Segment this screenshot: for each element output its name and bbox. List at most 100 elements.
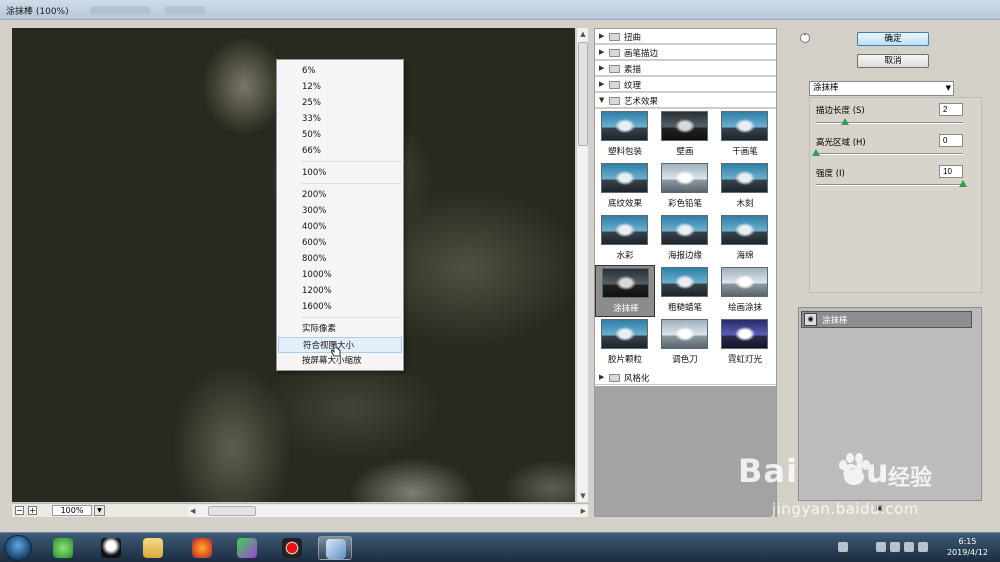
stroke-length-slider[interactable] xyxy=(816,118,963,125)
expand-arrow-icon[interactable]: ▶ xyxy=(599,64,604,72)
collapse-gallery-icon[interactable]: ˄ xyxy=(800,33,810,43)
taskbar: 6:15 2019/4/12 xyxy=(0,532,1000,562)
taskbar-app-recorder[interactable] xyxy=(275,536,309,560)
scroll-thumb[interactable] xyxy=(578,42,588,146)
menu-separator xyxy=(301,317,401,318)
taskbar-app-firefox[interactable] xyxy=(185,536,219,560)
keyboard-icon[interactable] xyxy=(838,542,848,552)
taskbar-app-360[interactable] xyxy=(46,536,80,560)
zoom-menu-item[interactable]: 6% xyxy=(277,63,403,79)
category-brush-strokes[interactable]: ▶ 画笔描边 xyxy=(595,45,776,60)
system-tray: 6:15 2019/4/12 xyxy=(832,536,992,560)
intensity-slider[interactable] xyxy=(816,180,967,187)
filter-thumb[interactable]: 水彩 xyxy=(595,213,655,265)
window-title-bar[interactable]: 涂抹棒 (100%) xyxy=(0,0,1000,20)
zoom-menu-item[interactable]: 800% xyxy=(277,251,403,267)
slider-knob[interactable] xyxy=(812,149,820,156)
filter-thumb[interactable]: 底纹效果 xyxy=(595,161,655,213)
filter-thumb[interactable]: 胶片颗粒 xyxy=(595,317,655,369)
taskbar-app-qq[interactable] xyxy=(94,536,128,560)
zoom-menu-item[interactable]: 1600% xyxy=(277,299,403,315)
category-sketch[interactable]: ▶ 素描 xyxy=(595,61,776,76)
expand-arrow-icon[interactable]: ▶ xyxy=(599,80,604,88)
category-artistic[interactable]: ▼ 艺术效果 xyxy=(595,93,776,108)
highlight-area-slider[interactable] xyxy=(812,149,963,156)
folder-icon xyxy=(609,374,620,382)
zoom-menu-item[interactable]: 25% xyxy=(277,95,403,111)
filter-thumb[interactable]: 塑料包装 xyxy=(595,109,655,161)
filter-thumb[interactable]: 壁画 xyxy=(655,109,715,161)
title-bar-blur xyxy=(90,6,150,14)
zoom-menu-item[interactable]: 1000% xyxy=(277,267,403,283)
expand-arrow-icon[interactable]: ▶ xyxy=(599,32,604,40)
volume-icon[interactable] xyxy=(904,542,914,552)
collapse-arrow-icon[interactable]: ▼ xyxy=(599,96,604,104)
filter-thumb[interactable]: 霓虹灯光 xyxy=(715,317,775,369)
zoom-menu-item[interactable]: 1200% xyxy=(277,283,403,299)
zoom-value[interactable]: 100% xyxy=(52,505,92,516)
filter-thumb[interactable]: 海绵 xyxy=(715,213,775,265)
zoom-dropdown-icon[interactable]: ▼ xyxy=(94,505,105,516)
cancel-button[interactable]: 取消 xyxy=(857,54,929,68)
filter-preview-image xyxy=(601,163,648,193)
watermark-brand: Bai xyxy=(738,452,798,490)
highlight-area-input[interactable] xyxy=(939,134,963,147)
filter-preview-image xyxy=(601,319,648,349)
ok-button[interactable]: 确定 xyxy=(857,32,929,46)
zoom-menu-item-actual-pixels[interactable]: 实际像素 xyxy=(277,321,403,337)
eye-icon[interactable]: ◉ xyxy=(804,313,817,326)
taskbar-app-photoshop[interactable] xyxy=(318,536,352,560)
flag-icon[interactable] xyxy=(890,542,900,552)
category-distort[interactable]: ▶ 扭曲 xyxy=(595,29,776,44)
zoom-menu-item[interactable]: 100% xyxy=(277,165,403,181)
zoom-in-button[interactable]: + xyxy=(28,506,37,515)
network-icon[interactable] xyxy=(876,542,886,552)
taskbar-app-video[interactable] xyxy=(230,536,264,560)
hand-cursor-icon xyxy=(331,343,341,357)
filter-thumb-label: 海绵 xyxy=(736,251,754,261)
filter-thumb[interactable]: 绘画涂抹 xyxy=(715,265,775,317)
filter-thumb[interactable]: 调色刀 xyxy=(655,317,715,369)
zoom-menu-item[interactable]: 12% xyxy=(277,79,403,95)
start-button[interactable] xyxy=(4,535,32,561)
filter-thumb[interactable]: 粗糙蜡笔 xyxy=(655,265,715,317)
slider-knob[interactable] xyxy=(959,180,967,187)
category-stylize[interactable]: ▶ 风格化 xyxy=(595,370,776,385)
folder-icon xyxy=(609,65,620,73)
filter-thumb[interactable]: 彩色铅笔 xyxy=(655,161,715,213)
scroll-thumb[interactable] xyxy=(208,506,256,516)
expand-arrow-icon[interactable]: ▶ xyxy=(599,373,604,381)
filter-thumb-selected[interactable]: 涂抹棒 xyxy=(595,265,655,317)
zoom-menu-item[interactable]: 66% xyxy=(277,143,403,159)
zoom-menu-item[interactable]: 200% xyxy=(277,187,403,203)
expand-arrow-icon[interactable]: ▶ xyxy=(599,48,604,56)
stroke-length-input[interactable] xyxy=(939,103,963,116)
scroll-left-icon[interactable]: ◀ xyxy=(190,505,195,517)
scroll-right-icon[interactable]: ▶ xyxy=(581,505,586,517)
clock[interactable]: 6:15 2019/4/12 xyxy=(947,536,988,558)
filter-preview-image xyxy=(721,163,768,193)
scroll-up-icon[interactable]: ▲ xyxy=(577,28,589,40)
slider-knob[interactable] xyxy=(841,118,850,125)
zoom-menu-item[interactable]: 600% xyxy=(277,235,403,251)
zoom-menu-item[interactable]: 300% xyxy=(277,203,403,219)
zoom-menu-item[interactable]: 50% xyxy=(277,127,403,143)
filter-thumb[interactable]: 海报边缘 xyxy=(655,213,715,265)
taskbar-app-explorer[interactable] xyxy=(136,536,170,560)
filter-preview-image xyxy=(661,111,708,141)
effect-layer-row[interactable]: ◉ 涂抹棒 xyxy=(801,311,972,328)
intensity-input[interactable] xyxy=(939,165,963,178)
zoom-out-button[interactable]: − xyxy=(15,506,24,515)
filter-thumb[interactable]: 干画笔 xyxy=(715,109,775,161)
zoom-menu-item[interactable]: 33% xyxy=(277,111,403,127)
zoom-menu-item[interactable]: 400% xyxy=(277,219,403,235)
category-texture[interactable]: ▶ 纹理 xyxy=(595,77,776,92)
filter-preview-image xyxy=(721,319,768,349)
scroll-down-icon[interactable]: ▼ xyxy=(577,490,589,502)
filter-select[interactable]: 涂抹棒 ▼ xyxy=(809,81,954,96)
filter-thumb[interactable]: 木刻 xyxy=(715,161,775,213)
preview-horizontal-scrollbar[interactable]: ◀ ▶ xyxy=(188,505,588,517)
app-tray-icon[interactable] xyxy=(918,542,928,552)
preview-vertical-scrollbar[interactable]: ▲ ▼ xyxy=(576,28,588,502)
folder-icon xyxy=(609,49,620,57)
